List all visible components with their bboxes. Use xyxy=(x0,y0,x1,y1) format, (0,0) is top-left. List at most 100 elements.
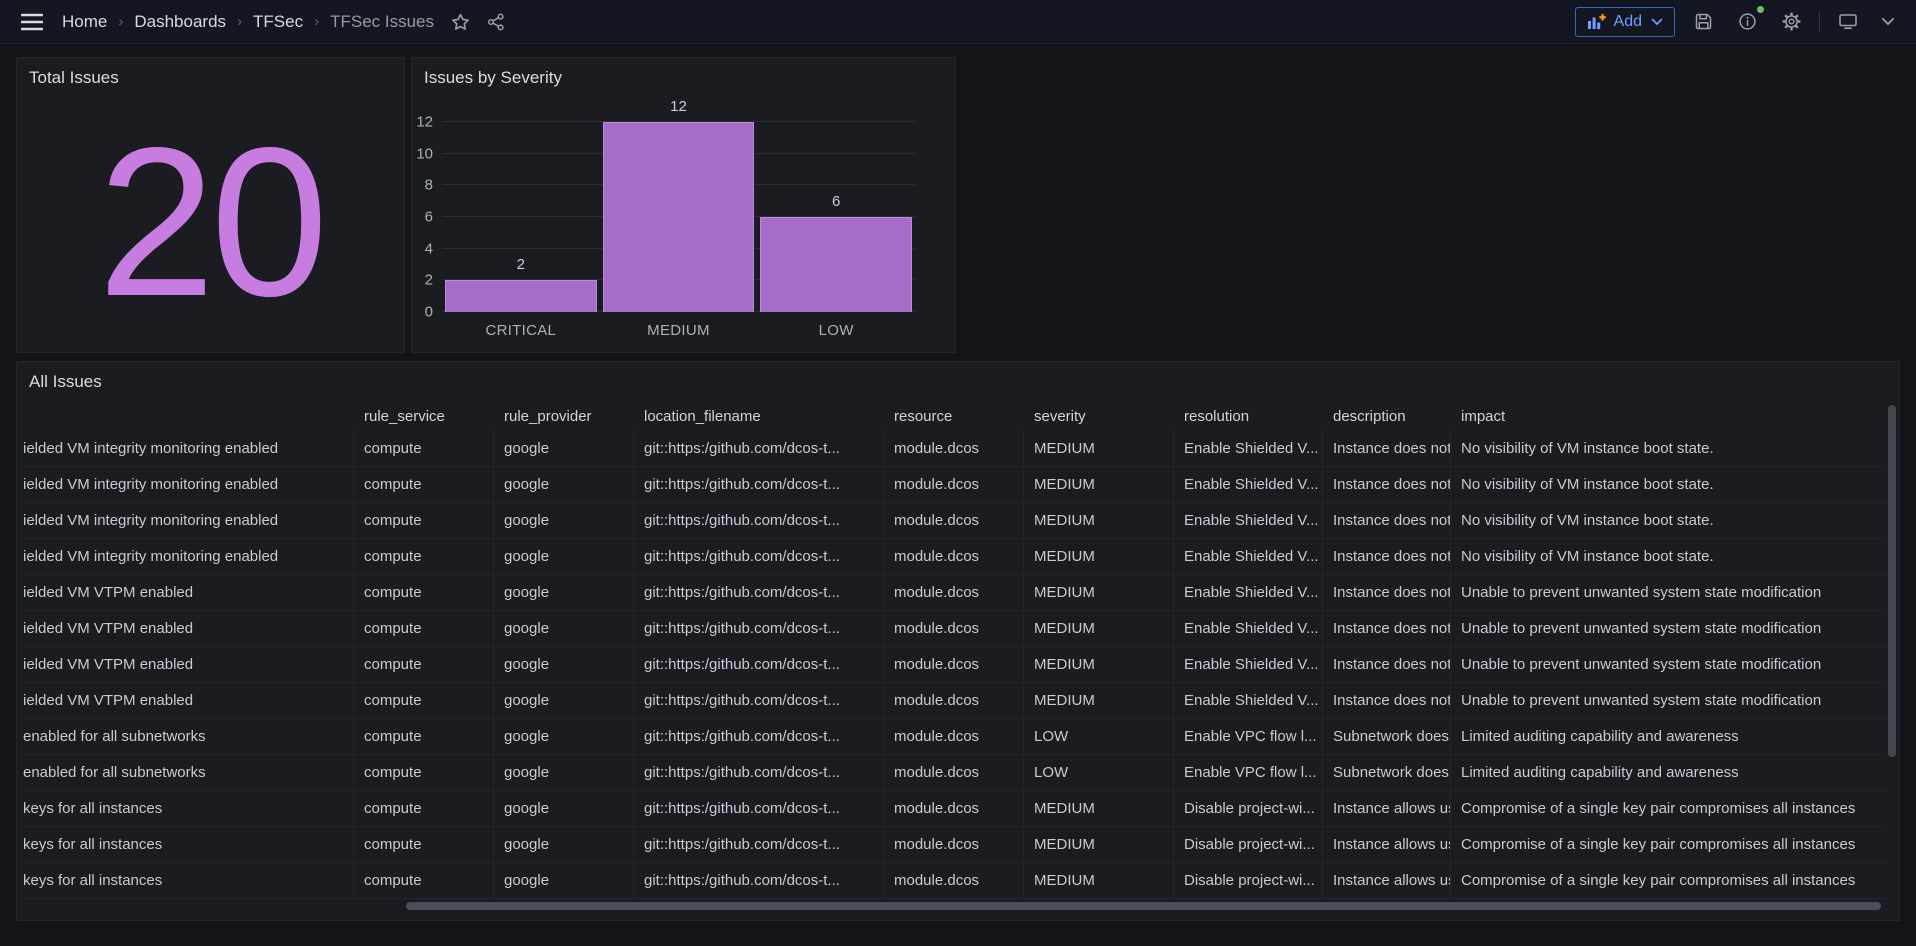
breadcrumb-separator: › xyxy=(118,13,123,30)
table-cell: MEDIUM xyxy=(1024,683,1174,718)
table-cell: ielded VM integrity monitoring enabled xyxy=(21,503,354,538)
table-cell: google xyxy=(494,755,634,790)
column-header-location_filename[interactable]: location_filename xyxy=(634,401,884,431)
table-cell: LOW xyxy=(1024,755,1174,790)
share-icon[interactable] xyxy=(480,6,512,38)
table-cell: git::https:/github.com/dcos-t... xyxy=(634,503,884,538)
save-dashboard-icon[interactable] xyxy=(1687,6,1719,38)
table-cell: git::https:/github.com/dcos-t... xyxy=(634,611,884,646)
table-cell: compute xyxy=(354,863,494,898)
column-header-impact[interactable]: impact xyxy=(1451,401,1885,431)
table-cell: google xyxy=(494,539,634,574)
table-cell: MEDIUM xyxy=(1024,467,1174,502)
dashboard-insights-icon[interactable] xyxy=(1731,6,1763,38)
column-header-description[interactable]: description xyxy=(1323,401,1451,431)
table-cell: MEDIUM xyxy=(1024,575,1174,610)
dashboard-settings-icon[interactable] xyxy=(1775,6,1807,38)
table-cell: No visibility of VM instance boot state. xyxy=(1451,539,1885,574)
table-cell: MEDIUM xyxy=(1024,539,1174,574)
table-row: enabled for all subnetworkscomputegoogle… xyxy=(21,755,1885,791)
breadcrumb-item-tfsec[interactable]: TFSec xyxy=(253,12,303,32)
table-cell: Instance does not ... xyxy=(1323,503,1451,538)
table-cell: ielded VM VTPM enabled xyxy=(21,575,354,610)
table-cell: google xyxy=(494,647,634,682)
breadcrumb-separator: › xyxy=(314,13,319,30)
bar-value-label: 6 xyxy=(757,193,915,210)
table-cell: module.dcos xyxy=(884,503,1024,538)
horizontal-scrollbar[interactable] xyxy=(406,902,1881,910)
table-cell: Compromise of a single key pair compromi… xyxy=(1451,791,1885,826)
table-row: ielded VM VTPM enabledcomputegooglegit::… xyxy=(21,575,1885,611)
table-cell: Instance does not ... xyxy=(1323,575,1451,610)
table-cell: module.dcos xyxy=(884,575,1024,610)
table-cell: Unable to prevent unwanted system state … xyxy=(1451,611,1885,646)
severity-bar-low xyxy=(760,217,912,312)
add-button[interactable]: Add xyxy=(1575,7,1675,37)
table-cell: No visibility of VM instance boot state. xyxy=(1451,431,1885,466)
breadcrumb-item-home[interactable]: Home xyxy=(62,12,107,32)
table-cell: LOW xyxy=(1024,719,1174,754)
column-header-severity[interactable]: severity xyxy=(1024,401,1174,431)
table-cell: compute xyxy=(354,467,494,502)
table-row: ielded VM VTPM enabledcomputegooglegit::… xyxy=(21,611,1885,647)
table-cell: Instance does not ... xyxy=(1323,683,1451,718)
column-header-rule_provider[interactable]: rule_provider xyxy=(494,401,634,431)
table-row: keys for all instancescomputegooglegit::… xyxy=(21,791,1885,827)
table-cell: google xyxy=(494,863,634,898)
notification-dot xyxy=(1757,6,1764,13)
toolbar-divider xyxy=(1819,11,1820,33)
table-cell: module.dcos xyxy=(884,431,1024,466)
table-cell: MEDIUM xyxy=(1024,647,1174,682)
table-cell: compute xyxy=(354,431,494,466)
table-cell: Instance allows us... xyxy=(1323,863,1451,898)
severity-chart-plot: 0246810122CRITICAL12MEDIUM6LOW xyxy=(442,122,915,312)
table-cell: MEDIUM xyxy=(1024,863,1174,898)
table-cell: ielded VM integrity monitoring enabled xyxy=(21,467,354,502)
add-panel-icon xyxy=(1587,13,1606,30)
table-cell: MEDIUM xyxy=(1024,827,1174,862)
table-row: ielded VM integrity monitoring enabledco… xyxy=(21,431,1885,467)
star-icon[interactable] xyxy=(444,6,476,38)
table-cell: enabled for all subnetworks xyxy=(21,719,354,754)
column-header-title[interactable] xyxy=(21,401,354,431)
table-cell: Enable Shielded V... xyxy=(1174,611,1323,646)
table-cell: compute xyxy=(354,611,494,646)
table-cell: module.dcos xyxy=(884,611,1024,646)
table-cell: compute xyxy=(354,683,494,718)
bar-slot-medium: 12MEDIUM xyxy=(600,122,758,312)
table-cell: Compromise of a single key pair compromi… xyxy=(1451,863,1885,898)
table-cell: Enable Shielded V... xyxy=(1174,431,1323,466)
table-row: ielded VM integrity monitoring enabledco… xyxy=(21,539,1885,575)
tv-mode-icon[interactable] xyxy=(1832,6,1864,38)
x-axis-category-label: MEDIUM xyxy=(600,322,758,339)
chevron-down-icon[interactable] xyxy=(1876,6,1900,38)
x-axis-category-label: CRITICAL xyxy=(442,322,600,339)
table-cell: git::https:/github.com/dcos-t... xyxy=(634,683,884,718)
table-cell: google xyxy=(494,791,634,826)
table-cell: Enable VPC flow l... xyxy=(1174,755,1323,790)
table-body: ielded VM integrity monitoring enabledco… xyxy=(21,431,1885,899)
panel-title[interactable]: Issues by Severity xyxy=(412,58,574,98)
issues-by-severity-panel: Issues by Severity 0246810122CRITICAL12M… xyxy=(411,57,956,353)
table-cell: compute xyxy=(354,827,494,862)
breadcrumb-item-dashboards[interactable]: Dashboards xyxy=(134,12,226,32)
table-row: ielded VM integrity monitoring enabledco… xyxy=(21,503,1885,539)
bar-slot-low: 6LOW xyxy=(757,122,915,312)
panel-title[interactable]: All Issues xyxy=(17,362,114,402)
table-cell: compute xyxy=(354,755,494,790)
menu-icon[interactable] xyxy=(16,6,48,38)
column-header-resource[interactable]: resource xyxy=(884,401,1024,431)
table-cell: git::https:/github.com/dcos-t... xyxy=(634,791,884,826)
table-cell: module.dcos xyxy=(884,719,1024,754)
table-cell: keys for all instances xyxy=(21,791,354,826)
column-header-resolution[interactable]: resolution xyxy=(1174,401,1323,431)
y-axis-tick-label: 10 xyxy=(399,145,433,162)
breadcrumb-separator: › xyxy=(237,13,242,30)
table-cell: git::https:/github.com/dcos-t... xyxy=(634,827,884,862)
table-row: keys for all instancescomputegooglegit::… xyxy=(21,863,1885,899)
table-cell: Enable VPC flow l... xyxy=(1174,719,1323,754)
table-cell: Enable Shielded V... xyxy=(1174,575,1323,610)
bar-value-label: 12 xyxy=(600,98,758,115)
column-header-rule_service[interactable]: rule_service xyxy=(354,401,494,431)
vertical-scrollbar[interactable] xyxy=(1888,405,1896,757)
